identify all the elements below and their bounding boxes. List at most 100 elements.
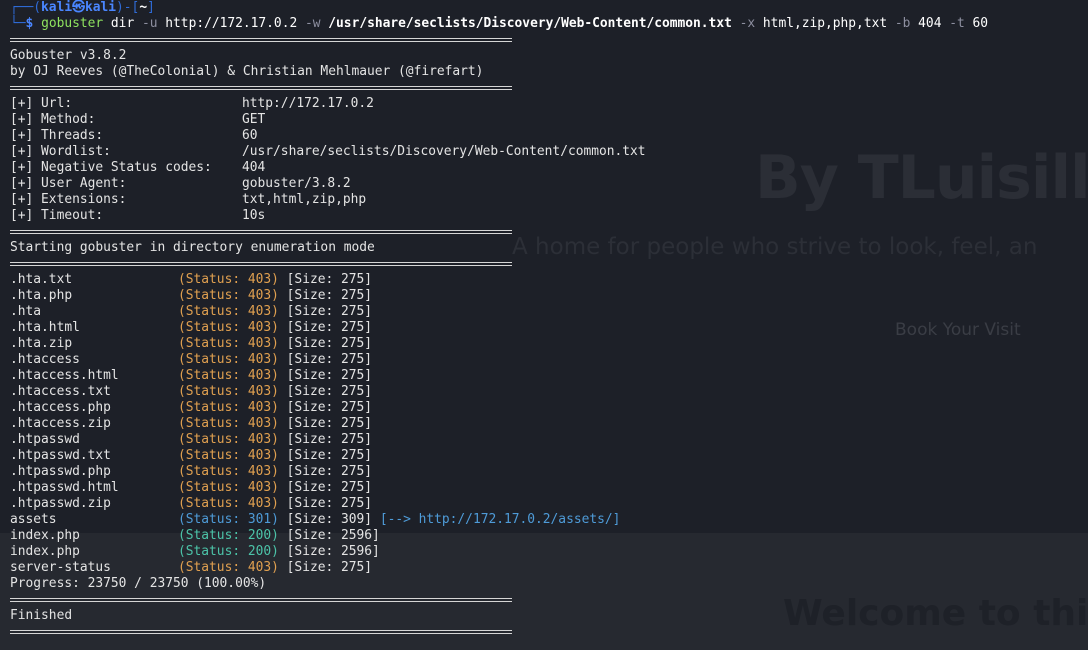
config-row: [+] Url: http://172.17.0.2 [10,96,1080,112]
command-argument: dir [110,16,135,31]
result-redirect: [--> http://172.17.0.2/assets/] [379,512,621,527]
result-row: .hta.html (Status: 403) [Size: 275] [10,320,1080,336]
result-size: [Size: 275] [286,480,373,495]
config-row: [+] Negative Status codes: 404 [10,160,1080,176]
result-status: (Status: 403) [178,480,279,495]
result-row: .htpasswd.html (Status: 403) [Size: 275] [10,480,1080,496]
command-argument: -t [949,16,965,31]
terminal-window[interactable]: By TLuisillo A home for people who striv… [0,0,1088,650]
command-argument: -w [304,16,321,31]
result-size: [Size: 2596] [286,528,380,543]
result-path: .hta.zip [10,336,73,351]
config-value: /usr/share/seclists/Discovery/Web-Conten… [242,144,646,159]
result-row: .htpasswd (Status: 403) [Size: 275] [10,432,1080,448]
result-status: (Status: 403) [178,272,279,287]
result-path: .htpasswd.zip [10,496,111,511]
prompt-directory: ~ [139,0,148,15]
config-row: [+] User Agent: gobuster/3.8.2 [10,176,1080,192]
config-value: gobuster/3.8.2 [242,176,351,191]
result-row: index.php (Status: 200) [Size: 2596] [10,528,1080,544]
result-status: (Status: 403) [178,336,279,351]
result-path: .htaccess.txt [10,384,111,399]
result-status: (Status: 200) [178,528,279,543]
config-key: [+] Method: [10,112,96,127]
result-size: [Size: 309] [286,512,373,527]
terminal-output[interactable]: ┌──(kali㉿kali)-[~] └─$ gobuster dir -u h… [10,0,1080,640]
command-argument: -u [141,16,158,31]
config-key: [+] Extensions: [10,192,127,207]
result-status: (Status: 403) [178,464,279,479]
separator [10,592,1080,608]
prompt-frame-corner: └─ [10,16,26,31]
config-key: [+] Threads: [10,128,104,143]
result-status: (Status: 403) [178,304,279,319]
command-argument: /usr/share/seclists/Discovery/Web-Conten… [328,16,732,31]
command-argument: -x [739,16,756,31]
result-row: .hta.zip (Status: 403) [Size: 275] [10,336,1080,352]
result-row: .hta.php (Status: 403) [Size: 275] [10,288,1080,304]
separator [10,224,1080,240]
config-value: 10s [242,208,266,223]
result-size: [Size: 275] [286,336,373,351]
result-size: [Size: 275] [286,400,373,415]
result-path: .htpasswd [10,432,80,447]
result-status: (Status: 403) [178,368,279,383]
result-size: [Size: 275] [286,304,373,319]
result-row: server-status (Status: 403) [Size: 275] [10,560,1080,576]
prompt-frame-end: ] [147,0,155,15]
result-path: index.php [10,528,80,543]
config-key: [+] User Agent: [10,176,127,191]
result-path: .hta [10,304,42,319]
config-value: 404 [242,160,266,175]
command-argument: http://172.17.0.2 [165,16,298,31]
starting-message: Starting gobuster in directory enumerati… [10,240,375,255]
separator [10,80,1080,96]
result-row: .hta (Status: 403) [Size: 275] [10,304,1080,320]
result-path: .htaccess.html [10,368,119,383]
prompt-frame-close: )-[ [116,0,140,15]
config-key: [+] Timeout: [10,208,104,223]
result-row: .htpasswd.txt (Status: 403) [Size: 275] [10,448,1080,464]
result-status: (Status: 403) [178,352,279,367]
result-status: (Status: 403) [178,416,279,431]
result-size: [Size: 275] [286,320,373,335]
result-row: .htaccess (Status: 403) [Size: 275] [10,352,1080,368]
config-key: [+] Negative Status codes: [10,160,212,175]
result-path: assets [10,512,57,527]
command-argument: -b [894,16,911,31]
banner-version: Gobuster v3.8.2 [10,48,127,63]
config-value: txt,html,zip,php [242,192,367,207]
result-path: .htpasswd.html [10,480,119,495]
prompt-user: kali [41,0,73,15]
result-size: [Size: 275] [286,496,373,511]
result-status: (Status: 403) [178,560,279,575]
result-path: .htpasswd.php [10,464,111,479]
result-status: (Status: 403) [178,448,279,463]
command-argument: 60 [972,16,989,31]
separator [10,256,1080,272]
result-row: assets (Status: 301) [Size: 309] [--> htt… [10,512,1080,528]
command-argument: html,zip,php,txt [762,16,888,31]
result-size: [Size: 275] [286,416,373,431]
result-size: [Size: 2596] [286,544,380,559]
result-path: .hta.html [10,320,80,335]
config-value: 60 [242,128,258,143]
command-line[interactable]: └─$ gobuster dir -u http://172.17.0.2 -w… [10,16,1080,32]
result-row: .htaccess.zip (Status: 403) [Size: 275] [10,416,1080,432]
result-path: .hta.txt [10,272,73,287]
prompt-symbol: $ [25,16,34,31]
result-path: .hta.php [10,288,73,303]
result-size: [Size: 275] [286,464,373,479]
progress-line: Progress: 23750 / 23750 (100.00%) [10,576,267,591]
result-status: (Status: 403) [178,320,279,335]
result-row: index.php (Status: 200) [Size: 2596] [10,544,1080,560]
result-status: (Status: 301) [178,512,279,527]
finished-message: Finished [10,608,73,623]
result-size: [Size: 275] [286,352,373,367]
result-status: (Status: 403) [178,432,279,447]
config-row: [+] Extensions: txt,html,zip,php [10,192,1080,208]
result-row: .hta.txt (Status: 403) [Size: 275] [10,272,1080,288]
result-size: [Size: 275] [286,448,373,463]
config-row: [+] Method: GET [10,112,1080,128]
config-row: [+] Threads: 60 [10,128,1080,144]
